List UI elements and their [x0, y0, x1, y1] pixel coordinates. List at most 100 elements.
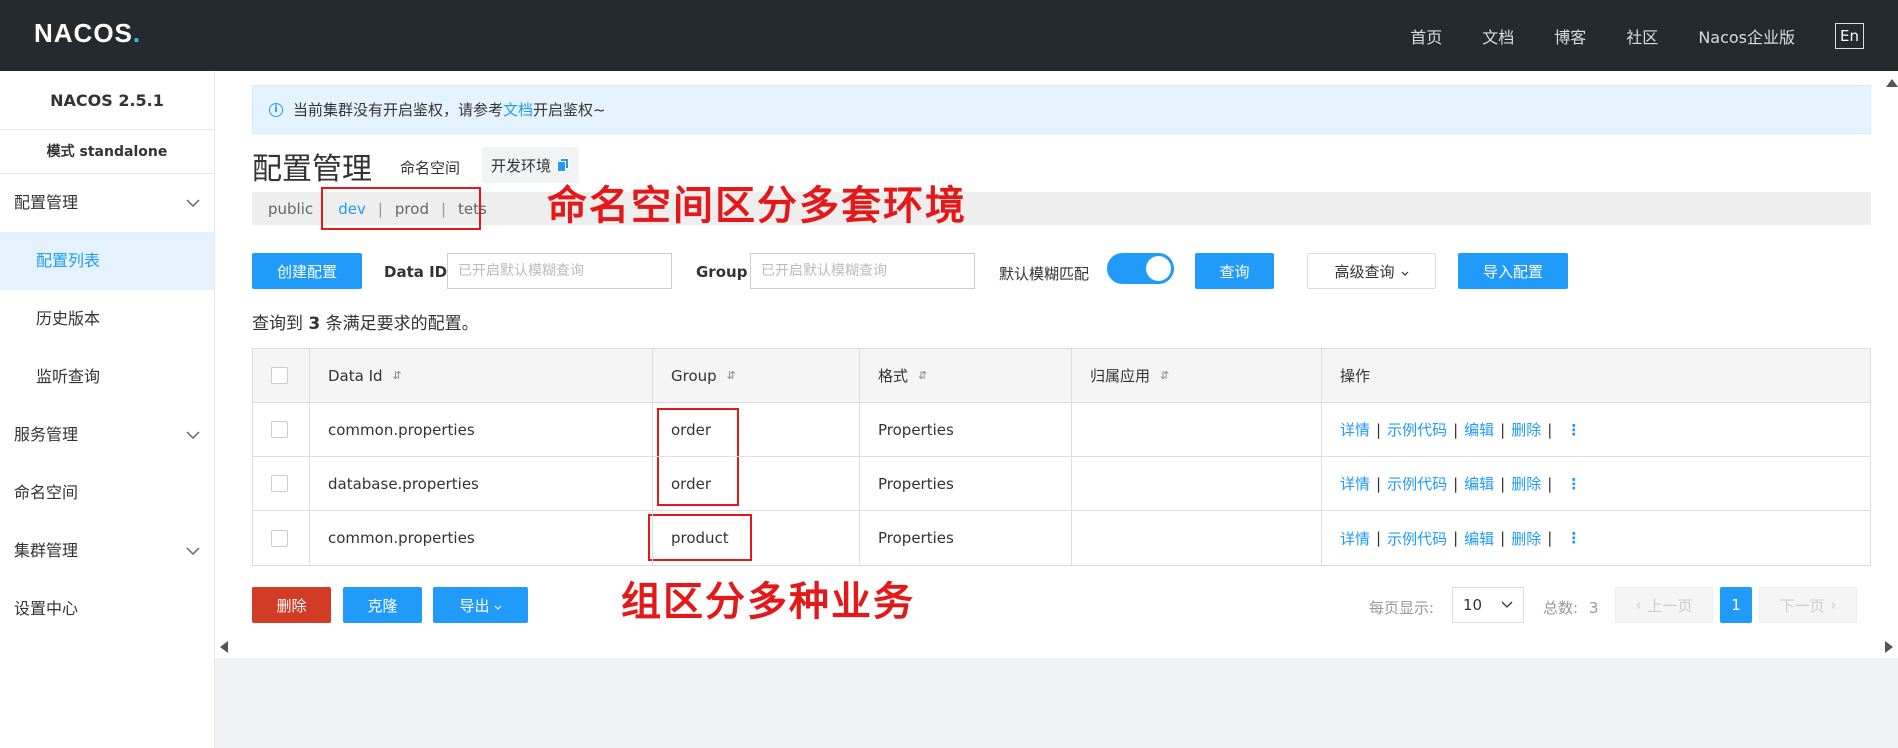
- sample-code-link[interactable]: 示例代码: [1387, 419, 1447, 440]
- main-footer-area: [215, 658, 1898, 748]
- delete-link[interactable]: 删除: [1511, 528, 1541, 549]
- sort-icon[interactable]: ⇵: [918, 369, 927, 382]
- chevron-down-icon: [186, 406, 200, 464]
- column-header-label: Data Id: [328, 366, 383, 385]
- next-page-button[interactable]: 下一页 ›: [1759, 587, 1857, 623]
- sidebar-item-settings[interactable]: 设置中心: [0, 580, 214, 638]
- column-header-app[interactable]: 归属应用 ⇵: [1072, 349, 1322, 402]
- column-header-label: 操作: [1340, 367, 1371, 385]
- cell-actions: 详情 | 示例代码 | 编辑 | 删除 | ⋮: [1322, 511, 1870, 565]
- scroll-right-icon[interactable]: [1885, 641, 1893, 653]
- sidebar-item-label: 设置中心: [14, 599, 79, 618]
- cell-format: Properties: [860, 457, 1072, 510]
- advanced-query-label: 高级查询: [1334, 262, 1395, 281]
- chevron-down-icon: [1500, 597, 1514, 615]
- delete-link[interactable]: 删除: [1511, 419, 1541, 440]
- result-count: 3: [308, 314, 321, 334]
- edit-link[interactable]: 编辑: [1464, 528, 1494, 549]
- separator: |: [1453, 420, 1459, 439]
- batch-delete-button[interactable]: 删除: [252, 587, 331, 623]
- select-all-checkbox[interactable]: [271, 367, 288, 384]
- sidebar: NACOS 2.5.1 模式 standalone 配置管理 配置列表 历史版本…: [0, 71, 215, 748]
- sort-icon[interactable]: ⇵: [1160, 369, 1169, 382]
- fuzzy-match-toggle[interactable]: [1107, 253, 1174, 284]
- column-header-group[interactable]: Group ⇵: [653, 349, 860, 402]
- row-checkbox[interactable]: [271, 475, 288, 492]
- group-search-input[interactable]: [750, 253, 975, 289]
- delete-link[interactable]: 删除: [1511, 473, 1541, 494]
- nav-community[interactable]: 社区: [1626, 24, 1658, 48]
- nav-enterprise[interactable]: Nacos企业版: [1698, 24, 1795, 48]
- nav-blog[interactable]: 博客: [1554, 24, 1586, 48]
- sidebar-item-cluster-management[interactable]: 集群管理: [0, 522, 214, 580]
- page-1-button[interactable]: 1: [1720, 587, 1752, 623]
- row-select-cell: [253, 457, 310, 510]
- info-icon: i: [269, 102, 283, 117]
- import-config-button[interactable]: 导入配置: [1458, 253, 1568, 289]
- cell-app: [1072, 457, 1322, 510]
- cell-group: order: [653, 457, 860, 510]
- more-icon[interactable]: ⋮: [1566, 475, 1581, 493]
- total-label: 总数: 3: [1543, 597, 1598, 618]
- sidebar-item-label: 历史版本: [36, 309, 101, 328]
- column-header-dataid[interactable]: Data Id ⇵: [310, 349, 653, 402]
- cell-dataid: database.properties: [310, 457, 653, 510]
- nacos-logo[interactable]: NACOS.: [34, 18, 141, 49]
- edit-link[interactable]: 编辑: [1464, 473, 1494, 494]
- table-row: common.properties order Properties 详情 | 示…: [253, 403, 1870, 457]
- notice-text: 当前集群没有开启鉴权，请参考: [293, 101, 504, 119]
- scroll-left-icon[interactable]: [220, 641, 228, 653]
- nav-docs[interactable]: 文档: [1482, 24, 1514, 48]
- separator: |: [1376, 474, 1382, 493]
- sidebar-item-history[interactable]: 历史版本: [0, 290, 214, 348]
- sidebar-item-config-management[interactable]: 配置管理: [0, 174, 214, 232]
- row-checkbox[interactable]: [271, 529, 288, 547]
- sort-icon[interactable]: ⇵: [727, 369, 736, 382]
- dataid-search-input[interactable]: [447, 253, 672, 289]
- separator: |: [1500, 420, 1506, 439]
- sample-code-link[interactable]: 示例代码: [1387, 473, 1447, 494]
- detail-link[interactable]: 详情: [1340, 528, 1370, 549]
- namespace-tab-public[interactable]: public: [268, 200, 313, 218]
- column-header-format[interactable]: 格式 ⇵: [860, 349, 1072, 402]
- sort-icon[interactable]: ⇵: [393, 369, 402, 382]
- export-button[interactable]: 导出: [433, 587, 528, 623]
- edit-link[interactable]: 编辑: [1464, 419, 1494, 440]
- separator: |: [1453, 474, 1459, 493]
- column-header-actions: 操作: [1322, 349, 1870, 402]
- sidebar-item-service-management[interactable]: 服务管理: [0, 406, 214, 464]
- detail-link[interactable]: 详情: [1340, 473, 1370, 494]
- select-all-cell: [253, 349, 310, 402]
- group-label: Group: [696, 263, 748, 281]
- create-config-button[interactable]: 创建配置: [252, 253, 362, 289]
- query-button[interactable]: 查询: [1195, 253, 1274, 289]
- copy-icon[interactable]: [557, 158, 570, 172]
- more-icon[interactable]: ⋮: [1566, 421, 1581, 439]
- current-namespace-name: 开发环境: [491, 156, 552, 175]
- nav-home[interactable]: 首页: [1410, 24, 1442, 48]
- detail-link[interactable]: 详情: [1340, 419, 1370, 440]
- namespace-tabs: public | dev | prod | tets: [252, 192, 1871, 225]
- sidebar-item-config-list[interactable]: 配置列表: [0, 232, 214, 290]
- more-icon[interactable]: ⋮: [1566, 529, 1581, 547]
- top-nav-links: 首页 文档 博客 社区 Nacos企业版 En: [1410, 0, 1898, 71]
- page-size-select[interactable]: 10: [1452, 587, 1524, 623]
- row-checkbox[interactable]: [271, 421, 288, 438]
- sidebar-item-namespace[interactable]: 命名空间: [0, 464, 214, 522]
- notice-doc-link[interactable]: 文档: [503, 99, 533, 120]
- table-row: database.properties order Properties 详情 |…: [253, 457, 1870, 511]
- horizontal-scrollbar[interactable]: [215, 636, 1898, 658]
- sample-code-link[interactable]: 示例代码: [1387, 528, 1447, 549]
- advanced-query-button[interactable]: 高级查询: [1307, 253, 1436, 289]
- version-label: NACOS 2.5.1: [0, 71, 214, 130]
- cell-app: [1072, 511, 1322, 565]
- clone-button[interactable]: 克隆: [343, 587, 422, 623]
- scroll-up-icon[interactable]: [1886, 79, 1898, 87]
- prev-page-button[interactable]: ‹ 上一页: [1615, 587, 1713, 623]
- row-select-cell: [253, 511, 310, 565]
- language-switch[interactable]: En: [1835, 22, 1864, 49]
- sidebar-item-listener-query[interactable]: 监听查询: [0, 348, 214, 406]
- notice-text-tail: 开启鉴权~: [533, 101, 606, 119]
- mode-label: 模式 standalone: [0, 130, 214, 174]
- next-page-label: 下一页: [1779, 596, 1825, 615]
